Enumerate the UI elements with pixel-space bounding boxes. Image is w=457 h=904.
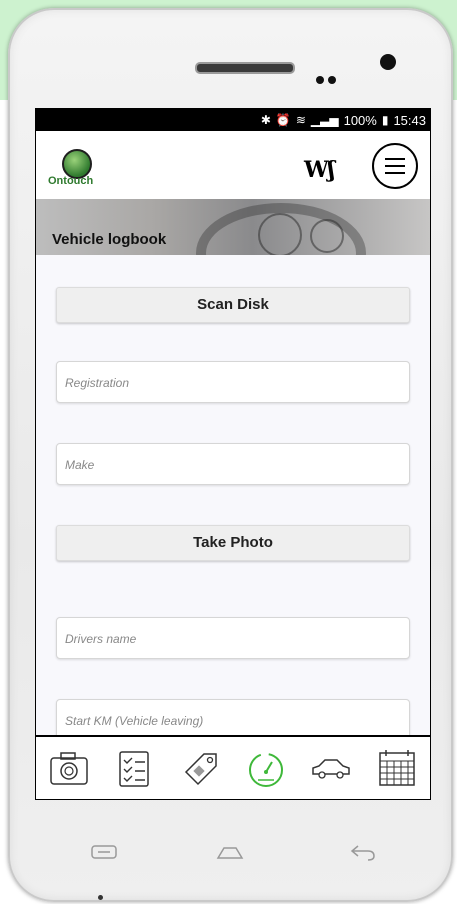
clock: 15:43	[393, 112, 426, 128]
make-field[interactable]: Make	[56, 443, 410, 485]
light-sensor	[328, 76, 336, 84]
battery-icon: ▮	[381, 113, 389, 127]
tab-speedometer[interactable]	[241, 743, 291, 793]
brand-mark: Wʃ	[304, 157, 335, 183]
wifi-icon: ≋	[295, 113, 306, 127]
back-icon	[350, 845, 375, 861]
hardware-home-key[interactable]	[216, 842, 244, 867]
hamburger-icon	[385, 172, 405, 174]
tab-camera[interactable]	[44, 743, 94, 793]
page-banner: Vehicle logbook	[36, 199, 430, 255]
proximity-sensor	[316, 76, 324, 84]
hardware-back-key[interactable]	[348, 842, 376, 867]
signal-icon: ▁▃▅	[310, 113, 339, 127]
checklist-icon	[119, 751, 150, 787]
page-title: Vehicle logbook	[52, 231, 167, 248]
alarm-icon: ⏰	[275, 113, 291, 127]
hamburger-icon	[385, 165, 405, 167]
menu-button[interactable]	[372, 143, 418, 189]
screen: ✱ ⏰ ≋ ▁▃▅ 100% ▮ 15:43 Ontouch Wʃ Vehicl…	[35, 108, 431, 800]
dashboard-image	[258, 213, 302, 255]
bluetooth-icon: ✱	[260, 113, 271, 127]
menu-icon	[91, 845, 117, 859]
camera-icon	[50, 752, 88, 785]
tab-tag[interactable]	[175, 743, 225, 793]
earpiece	[195, 62, 295, 74]
take-photo-button[interactable]: Take Photo	[56, 525, 410, 561]
tab-calendar[interactable]	[372, 743, 422, 793]
tab-car[interactable]	[306, 743, 356, 793]
tab-checklist[interactable]	[109, 743, 159, 793]
hardware-menu-key[interactable]	[90, 842, 118, 867]
home-icon	[216, 847, 244, 859]
tag-icon	[185, 753, 217, 786]
status-bar: ✱ ⏰ ≋ ▁▃▅ 100% ▮ 15:43	[36, 109, 430, 131]
speedometer-icon	[248, 753, 283, 787]
form-area: Scan Disk Registration Make Take Photo D…	[36, 255, 430, 741]
drivers-name-field[interactable]: Drivers name	[56, 617, 410, 659]
microphone-hole	[98, 895, 103, 900]
scan-disk-button[interactable]: Scan Disk	[56, 287, 410, 323]
car-icon	[312, 759, 351, 779]
dashboard-image	[310, 219, 344, 253]
logo-text: Ontouch	[48, 175, 94, 187]
registration-field[interactable]: Registration	[56, 361, 410, 403]
hamburger-icon	[385, 158, 405, 160]
battery-level: 100%	[343, 112, 377, 128]
app-header: Ontouch Wʃ	[36, 131, 430, 199]
app-logo[interactable]: Ontouch	[48, 145, 108, 195]
front-camera	[380, 54, 396, 70]
calendar-icon	[379, 750, 415, 786]
bottom-tab-bar	[36, 735, 430, 799]
